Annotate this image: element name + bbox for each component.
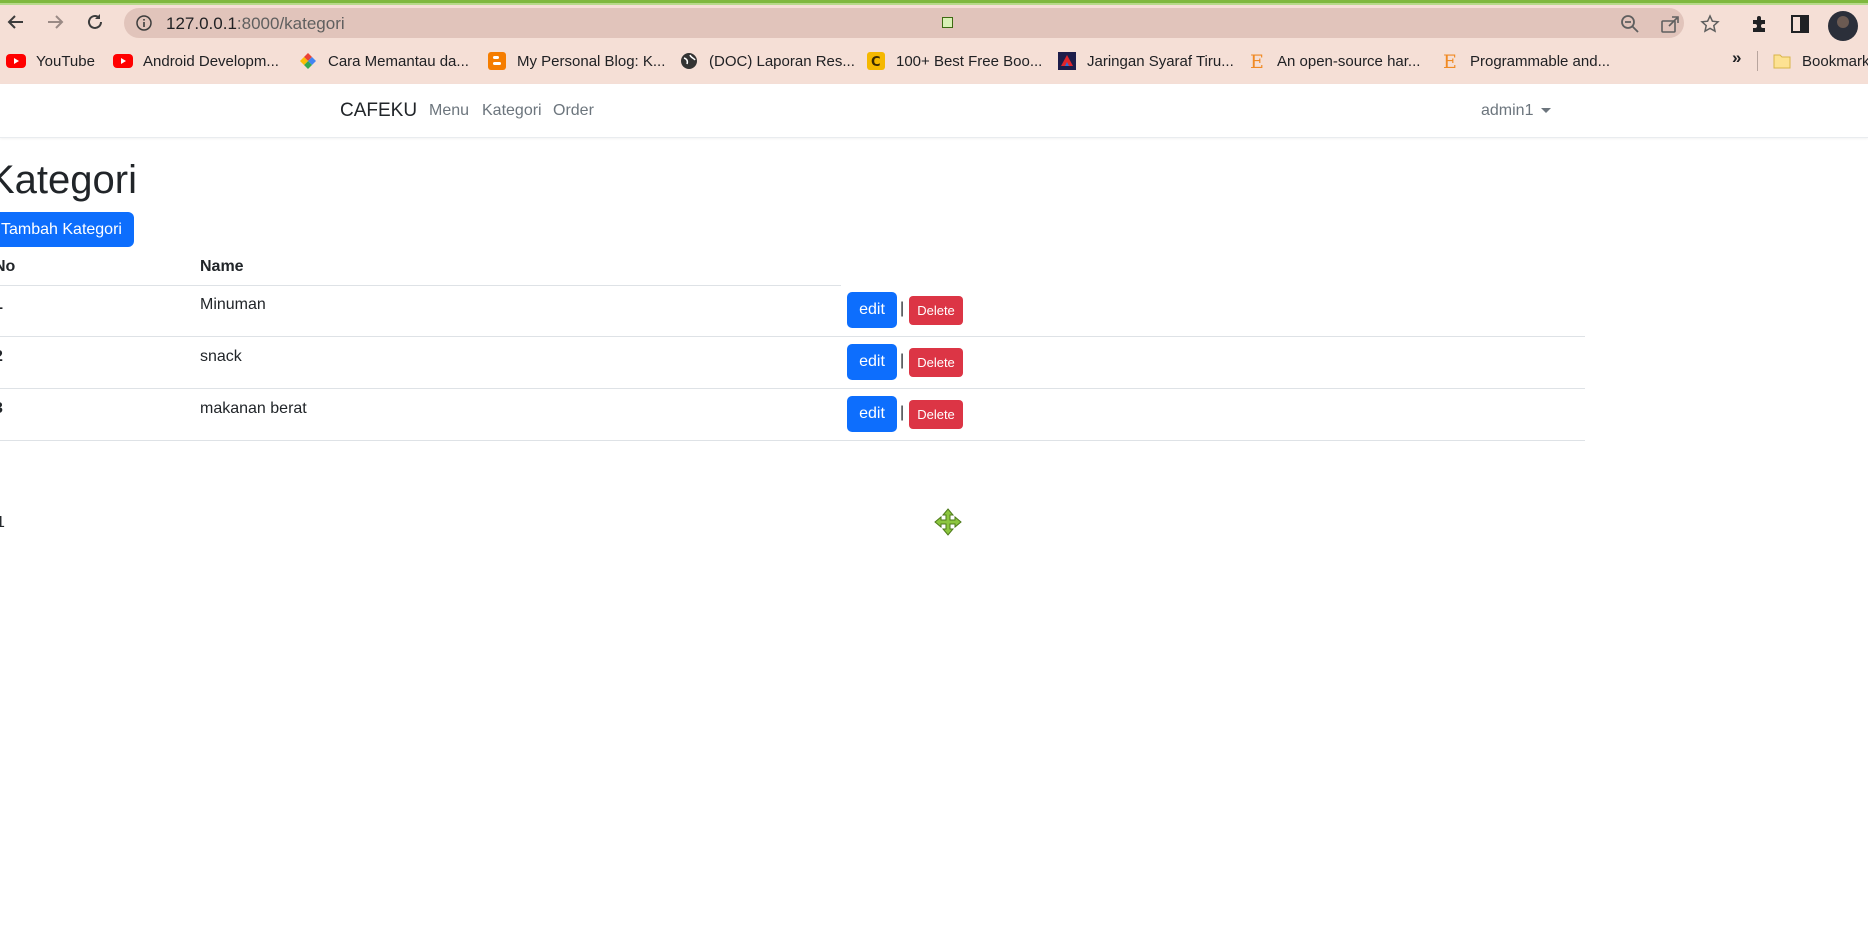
reload-button[interactable] — [81, 8, 109, 36]
edit-button[interactable]: edit — [847, 344, 897, 380]
browser-chrome: 127.0.0.1:8000/kategori YouTube Android … — [0, 0, 1868, 84]
e-letter-icon: E — [1440, 51, 1460, 71]
bookmark-label: YouTube — [36, 52, 95, 70]
bookmark-item[interactable]: (DOC) Laporan Res... — [679, 44, 855, 78]
brand-logo[interactable]: CAFEKU — [340, 100, 417, 122]
row-number: 2 — [0, 348, 3, 366]
page-title: Kategori — [0, 158, 137, 202]
row-name: snack — [200, 348, 242, 365]
bookmark-item[interactable]: E Programmable and... — [1440, 44, 1610, 78]
add-category-button[interactable]: Tambah Kategori — [0, 212, 134, 247]
bookmark-label: Jaringan Syaraf Tiru... — [1087, 52, 1234, 70]
extensions-puzzle-icon[interactable] — [1749, 13, 1771, 35]
bookmark-item[interactable]: Cara Memantau da... — [298, 44, 469, 78]
header-divider — [0, 285, 841, 286]
caret-down-icon — [1541, 108, 1552, 114]
youtube-icon — [113, 51, 133, 71]
bookmark-item[interactable]: My Personal Blog: K... — [487, 44, 665, 78]
share-icon[interactable] — [1660, 14, 1680, 34]
back-arrow-icon — [7, 15, 23, 29]
e-letter-icon: E — [1247, 51, 1267, 71]
bookmark-label: My Personal Blog: K... — [517, 52, 666, 70]
bookmark-item[interactable]: YouTube — [6, 44, 95, 78]
bookmark-item[interactable]: Android Developm... — [113, 44, 279, 78]
delete-button[interactable]: Delete — [909, 400, 963, 429]
folder-icon — [1772, 51, 1792, 71]
user-dropdown[interactable]: admin1 — [1481, 102, 1552, 120]
bookmark-item[interactable]: Jaringan Syaraf Tiru... — [1057, 44, 1234, 78]
bookmark-item[interactable]: C 100+ Best Free Boo... — [866, 44, 1042, 78]
colorful-diamond-icon — [298, 51, 318, 71]
bookmark-label: Bookmarks — [1802, 52, 1868, 70]
bookmarks-overflow-button[interactable]: » — [1732, 48, 1741, 68]
forward-button[interactable] — [41, 8, 69, 36]
nav-link-order[interactable]: Order — [553, 102, 594, 120]
nav-link-menu[interactable]: Menu — [429, 102, 469, 120]
browser-toolbar: 127.0.0.1:8000/kategori — [0, 5, 1868, 41]
user-name: admin1 — [1481, 102, 1534, 119]
edit-button[interactable]: edit — [847, 292, 897, 328]
back-button[interactable] — [2, 8, 30, 36]
address-bar[interactable]: 127.0.0.1:8000/kategori — [124, 8, 1720, 38]
globe-icon — [679, 51, 699, 71]
row-divider — [0, 388, 1585, 389]
bookmarks-bar: YouTube Android Developm... Cara Memanta… — [0, 44, 1868, 78]
bookmark-label: Cara Memantau da... — [328, 52, 469, 70]
reload-icon — [88, 14, 102, 29]
column-header-no: No — [0, 258, 16, 275]
forward-arrow-icon — [48, 15, 64, 29]
bookmark-label: 100+ Best Free Boo... — [896, 52, 1043, 70]
site-info-icon[interactable] — [136, 15, 152, 31]
app-navbar: CAFEKU Menu Kategori Order admin1 — [0, 84, 1868, 138]
delete-button[interactable]: Delete — [909, 296, 963, 325]
row-divider — [0, 336, 1585, 337]
delete-button[interactable]: Delete — [909, 348, 963, 377]
site-logo-icon — [1057, 51, 1077, 71]
side-panel-icon[interactable] — [1789, 13, 1811, 35]
svg-text:E: E — [1443, 51, 1457, 71]
move-cursor-icon — [934, 508, 962, 536]
youtube-icon — [6, 51, 26, 71]
row-divider — [0, 440, 1585, 441]
bookmark-folder[interactable]: Bookmarks — [1772, 44, 1868, 78]
column-header-name: Name — [200, 258, 244, 275]
bookmarks-separator — [1757, 51, 1758, 71]
bookmark-label: An open-source har... — [1277, 52, 1421, 70]
svg-text:E: E — [1250, 51, 1264, 71]
url-path: :8000/kategori — [236, 14, 345, 33]
url-text[interactable]: 127.0.0.1:8000/kategori — [166, 14, 345, 34]
bookmark-item[interactable]: E An open-source har... — [1247, 44, 1420, 78]
action-separator: | — [900, 300, 905, 317]
bookmark-label: (DOC) Laporan Res... — [709, 52, 855, 70]
zoom-icon[interactable] — [1620, 14, 1640, 34]
drag-handle-square — [942, 17, 953, 28]
row-name: Minuman — [200, 296, 266, 313]
row-number: 3 — [0, 400, 3, 418]
stray-text: 1 — [0, 514, 5, 531]
c-letter-icon: C — [866, 51, 886, 71]
bookmark-label: Programmable and... — [1470, 52, 1611, 70]
blogger-icon — [487, 51, 507, 71]
action-separator: | — [900, 404, 905, 421]
profile-avatar[interactable] — [1828, 11, 1858, 41]
edit-button[interactable]: edit — [847, 396, 897, 432]
row-number: 1 — [0, 296, 3, 314]
bookmark-star-icon[interactable] — [1700, 14, 1720, 34]
bookmark-label: Android Developm... — [143, 52, 279, 70]
action-separator: | — [900, 352, 905, 369]
nav-link-kategori[interactable]: Kategori — [482, 102, 542, 120]
svg-text:C: C — [871, 55, 881, 70]
url-host: 127.0.0.1 — [166, 14, 237, 33]
row-name: makanan berat — [200, 400, 307, 417]
